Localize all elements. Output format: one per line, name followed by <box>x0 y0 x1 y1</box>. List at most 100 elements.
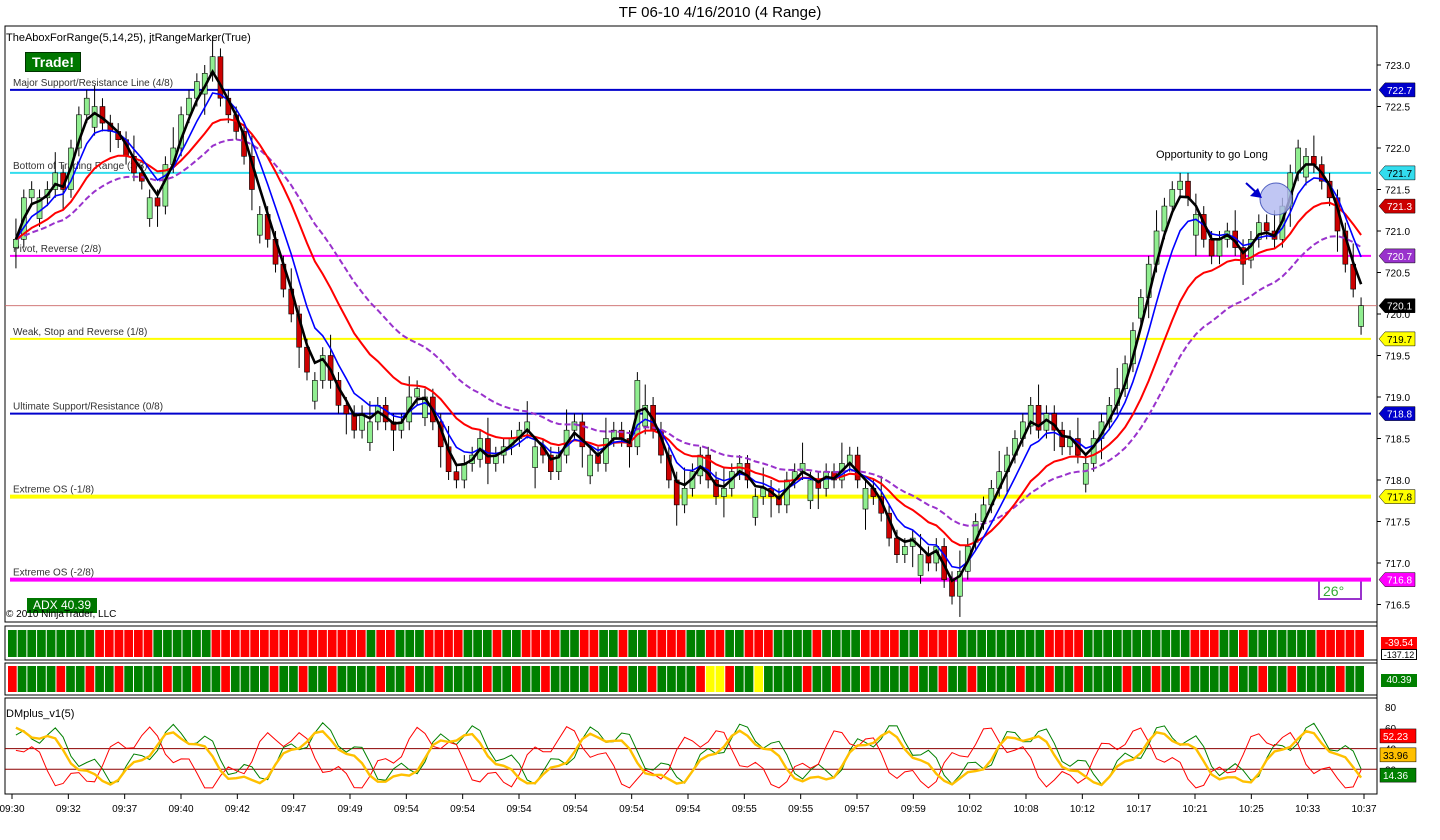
histogram-bar-2 <box>676 666 686 692</box>
histogram-bar-2 <box>1345 666 1355 692</box>
histogram-bar-1 <box>512 630 521 657</box>
histogram-bar-1 <box>1248 630 1258 657</box>
histogram-bar-2 <box>948 666 957 692</box>
histogram-bar-2 <box>550 666 560 692</box>
candle-body <box>1185 180 1191 199</box>
histogram-bar-1 <box>56 630 66 657</box>
level-label: Bottom of Trading Range (3/8) <box>13 161 148 172</box>
histogram-bar-2 <box>1316 666 1326 692</box>
histogram-bar-2 <box>153 666 163 692</box>
histogram-bar-2 <box>996 666 1006 692</box>
histogram-bar-1 <box>1006 630 1016 657</box>
x-tick-label: 09:57 <box>844 804 869 815</box>
histogram-bar-2 <box>415 666 424 692</box>
histogram-bar-2 <box>1180 666 1190 692</box>
histogram-bar-2 <box>347 666 356 692</box>
histogram-bar-1 <box>1025 630 1035 657</box>
candle-body <box>256 214 263 236</box>
histogram-bar-2 <box>182 666 192 692</box>
histogram-bar-2 <box>95 666 104 692</box>
histogram-bar-1 <box>919 630 928 657</box>
histogram-bar-1 <box>754 630 764 657</box>
histogram-bar-1 <box>1045 630 1054 657</box>
histogram-bar-2 <box>560 666 570 692</box>
histogram-bar-1 <box>686 630 696 657</box>
histogram-bar-1 <box>1287 630 1297 657</box>
histogram-bar-2 <box>1035 666 1045 692</box>
y-tick-label: 716.5 <box>1385 601 1410 612</box>
histogram-bar-1 <box>1238 630 1248 657</box>
histogram-bar-2 <box>1103 666 1112 692</box>
histogram-bar-2 <box>1054 666 1064 692</box>
histogram-bar-1 <box>657 630 667 657</box>
histogram-bar-2 <box>1112 666 1122 692</box>
histogram-bar-2 <box>744 666 754 692</box>
histogram-bar-1 <box>1074 630 1083 657</box>
x-tick-label: 09:49 <box>337 804 362 815</box>
x-tick-label: 09:59 <box>901 804 926 815</box>
histogram-bar-2 <box>1229 666 1238 692</box>
histogram-bar-2 <box>434 666 444 692</box>
histogram-bar-2 <box>541 666 550 692</box>
histogram-bar-2 <box>1161 666 1171 692</box>
x-tick-label: 09:54 <box>563 804 588 815</box>
histogram-bar-2 <box>1151 666 1161 692</box>
histogram-bar-1 <box>337 630 347 657</box>
histogram-bar-1 <box>492 630 502 657</box>
histogram-bar-2 <box>715 666 725 692</box>
histogram-bar-1 <box>46 630 56 657</box>
x-tick-label: 10:33 <box>1295 804 1320 815</box>
x-tick-label: 09:30 <box>0 804 25 815</box>
level-price-label: 720.7 <box>1387 252 1412 263</box>
histogram-bar-1 <box>986 630 996 657</box>
histogram-bar-2 <box>764 666 773 692</box>
histogram-bar-1 <box>1122 630 1132 657</box>
histogram-bar-1 <box>114 630 124 657</box>
histogram-bar-1 <box>841 630 851 657</box>
histogram-bar-2 <box>66 666 75 692</box>
histogram-bar-2 <box>1238 666 1248 692</box>
histogram-bar-1 <box>589 630 599 657</box>
histogram-bar-1 <box>521 630 531 657</box>
histogram-bar-2 <box>250 666 260 692</box>
histogram-bar-2 <box>134 666 143 692</box>
histogram-bar-2 <box>657 666 667 692</box>
histogram-bar-2 <box>269 666 279 692</box>
histogram-bar-2 <box>337 666 347 692</box>
histogram-bar-2 <box>628 666 638 692</box>
histogram-bar-2 <box>502 666 512 692</box>
histogram-bar-1 <box>289 630 298 657</box>
histogram-bar-1 <box>463 630 473 657</box>
histogram-bar-2 <box>453 666 463 692</box>
histogram-bar-2 <box>725 666 734 692</box>
y-tick-label: 718.5 <box>1385 435 1410 446</box>
histogram-bar-1 <box>783 630 793 657</box>
x-tick-label: 10:02 <box>957 804 982 815</box>
histogram-bar-2 <box>463 666 473 692</box>
histogram-bar-1 <box>482 630 492 657</box>
histogram-bar-1 <box>17 630 27 657</box>
histogram-bar-2 <box>124 666 134 692</box>
histogram-bar-1 <box>628 630 638 657</box>
histogram-bar-1 <box>890 630 899 657</box>
histogram-bar-2 <box>37 666 46 692</box>
histogram-bar-2 <box>492 666 502 692</box>
candle-body <box>1193 214 1199 236</box>
histogram-bar-1 <box>618 630 628 657</box>
histogram-bar-1 <box>134 630 143 657</box>
histogram-bar-1 <box>967 630 977 657</box>
histogram-bar-2 <box>46 666 56 692</box>
x-tick-label: 09:32 <box>56 804 81 815</box>
histogram-bar-1 <box>1142 630 1151 657</box>
histogram-bar-2 <box>289 666 298 692</box>
histogram-bar-1 <box>1345 630 1355 657</box>
histogram-bar-2 <box>618 666 628 692</box>
histogram-bar-2 <box>967 666 977 692</box>
histogram-bar-1 <box>221 630 230 657</box>
histogram-bar-1 <box>870 630 880 657</box>
level-label: Ultimate Support/Resistance (0/8) <box>13 402 163 413</box>
histogram-bar-1 <box>415 630 424 657</box>
histogram-bar-2 <box>1306 666 1316 692</box>
level-label: Pivot, Reverse (2/8) <box>13 244 101 255</box>
histogram-bar-2 <box>27 666 37 692</box>
